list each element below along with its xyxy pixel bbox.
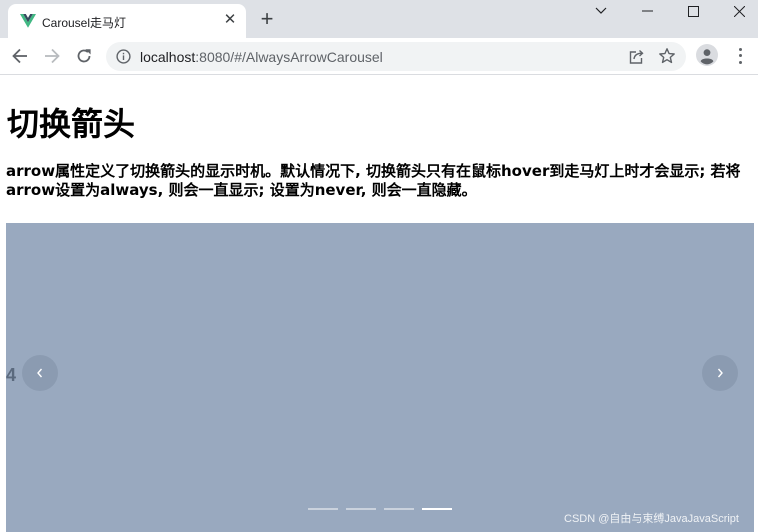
- carousel-indicator[interactable]: [384, 508, 414, 510]
- reload-icon[interactable]: [72, 45, 96, 67]
- arrow-left-icon[interactable]: [8, 45, 32, 67]
- avatar-icon[interactable]: [696, 44, 718, 66]
- carousel-indicators: [308, 508, 460, 510]
- page-description: arrow属性定义了切换箭头的显示时机。默认情况下, 切换箭头只有在鼠标hove…: [6, 162, 741, 199]
- share-icon[interactable]: [628, 48, 645, 65]
- minimize-icon[interactable]: [624, 0, 670, 22]
- page-content: 切换箭头 arrow属性定义了切换箭头的显示时机。默认情况下, 切换箭头只有在鼠…: [0, 76, 758, 532]
- star-icon[interactable]: [658, 47, 676, 65]
- carousel-prev-button[interactable]: [22, 355, 58, 391]
- maximize-icon[interactable]: [670, 0, 716, 22]
- chevron-left-icon: [37, 368, 43, 378]
- plus-icon[interactable]: +: [256, 8, 278, 30]
- carousel-indicator[interactable]: [308, 508, 338, 510]
- more-vertical-icon[interactable]: [732, 46, 748, 66]
- arrow-right-icon[interactable]: [40, 45, 64, 67]
- watermark: CSDN @自由与束缚JavaJavaScript: [564, 513, 739, 525]
- address-bar[interactable]: localhost:8080/#/AlwaysArrowCarousel: [106, 42, 686, 71]
- browser-window: Carousel走马灯 ✕ + localhost:8080/#/AlwaysA…: [0, 0, 758, 532]
- slide-label: 4: [6, 365, 17, 385]
- chevron-right-icon: [717, 368, 723, 378]
- browser-tab[interactable]: Carousel走马灯 ✕: [8, 4, 246, 38]
- carousel-indicator[interactable]: [346, 508, 376, 510]
- carousel[interactable]: 4: [6, 223, 754, 532]
- info-icon[interactable]: [116, 49, 131, 64]
- tab-title: Carousel走马灯: [42, 16, 127, 30]
- carousel-next-button[interactable]: [702, 355, 738, 391]
- page-title: 切换箭头: [7, 105, 136, 143]
- vue-logo-icon: [20, 14, 36, 28]
- close-icon[interactable]: ✕: [222, 12, 238, 28]
- browser-toolbar: localhost:8080/#/AlwaysArrowCarousel: [0, 38, 758, 75]
- window-close-icon[interactable]: [716, 0, 758, 22]
- url-text: localhost:8080/#/AlwaysArrowCarousel: [140, 49, 383, 65]
- tab-strip: Carousel走马灯 ✕ +: [0, 0, 758, 38]
- url-path: :8080/#/AlwaysArrowCarousel: [195, 49, 383, 65]
- url-host: localhost: [140, 49, 196, 65]
- carousel-indicator[interactable]: [422, 508, 452, 510]
- chevron-down-icon[interactable]: [578, 0, 624, 22]
